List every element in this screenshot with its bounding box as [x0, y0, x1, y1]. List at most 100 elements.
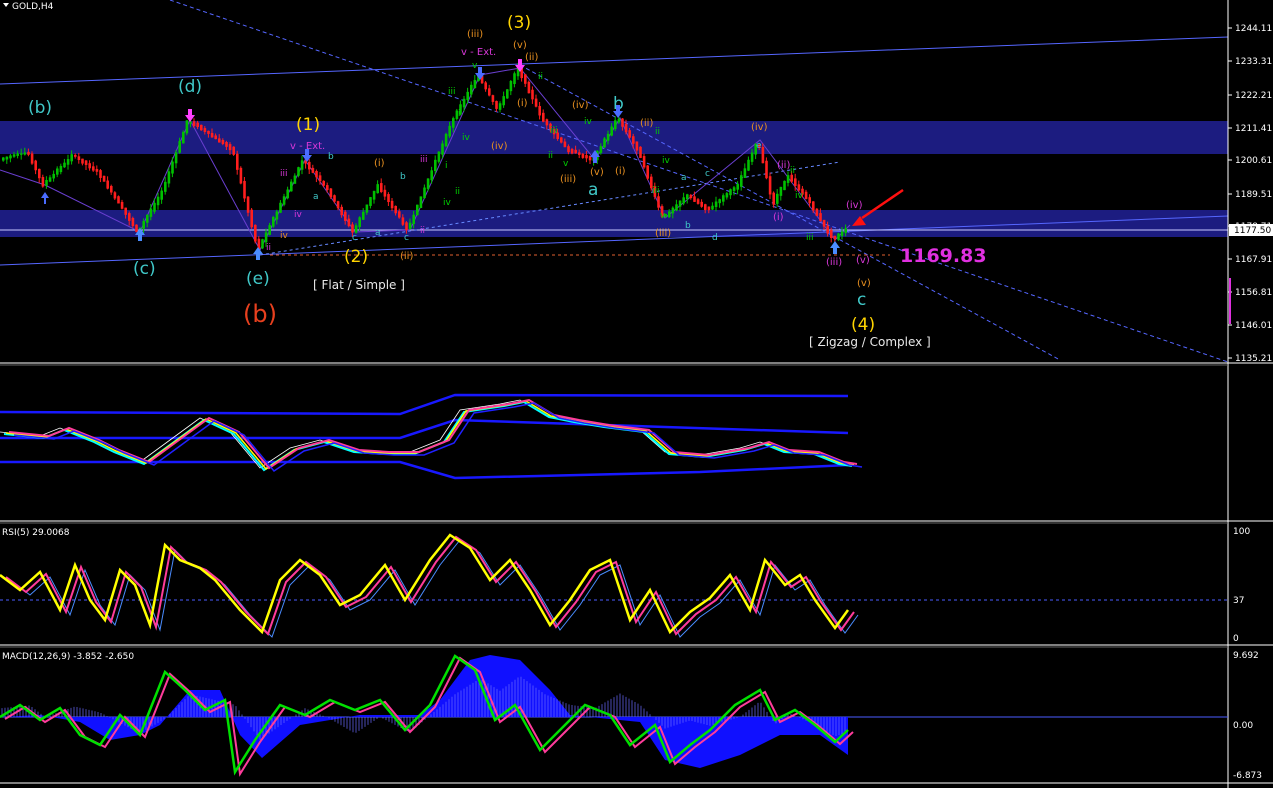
- candle-body[interactable]: [462, 98, 466, 108]
- candle-body[interactable]: [822, 219, 826, 227]
- candle-body[interactable]: [110, 186, 113, 193]
- candle-body[interactable]: [635, 141, 639, 151]
- candle-body[interactable]: [243, 180, 246, 199]
- candle-body[interactable]: [452, 118, 455, 128]
- candle-body[interactable]: [819, 213, 822, 221]
- candle-body[interactable]: [318, 175, 322, 182]
- candle-body[interactable]: [495, 100, 498, 109]
- candle-body[interactable]: [167, 171, 171, 184]
- candle-body[interactable]: [340, 206, 343, 216]
- candle-body[interactable]: [160, 190, 163, 200]
- candle-body[interactable]: [423, 187, 426, 199]
- candle-body[interactable]: [639, 146, 642, 158]
- candle-body[interactable]: [20, 153, 23, 155]
- candle-body[interactable]: [128, 213, 131, 221]
- candle-body[interactable]: [621, 118, 624, 127]
- candle-body[interactable]: [668, 211, 671, 218]
- candle-body[interactable]: [153, 202, 156, 212]
- candle-body[interactable]: [214, 135, 217, 140]
- candle-body[interactable]: [844, 228, 847, 233]
- candle-body[interactable]: [768, 176, 772, 195]
- candle-body[interactable]: [570, 149, 574, 154]
- candle-body[interactable]: [239, 167, 243, 184]
- candle-body[interactable]: [686, 194, 689, 200]
- candle-body[interactable]: [707, 206, 711, 211]
- candle-body[interactable]: [470, 84, 473, 95]
- candle-body[interactable]: [761, 146, 765, 164]
- candle-body[interactable]: [264, 232, 268, 243]
- candle-body[interactable]: [70, 154, 73, 162]
- candle-body[interactable]: [290, 181, 293, 192]
- candle-body[interactable]: [286, 189, 289, 199]
- candle-body[interactable]: [718, 199, 721, 204]
- candle-body[interactable]: [747, 159, 750, 171]
- candle-body[interactable]: [38, 168, 41, 179]
- candle-body[interactable]: [347, 218, 351, 227]
- candle-body[interactable]: [711, 205, 714, 210]
- candle-body[interactable]: [700, 201, 703, 207]
- candle-body[interactable]: [606, 133, 610, 141]
- candle-body[interactable]: [689, 194, 693, 199]
- candle-body[interactable]: [369, 197, 372, 206]
- candle-body[interactable]: [437, 151, 441, 162]
- candle-body[interactable]: [682, 197, 685, 204]
- candle-body[interactable]: [88, 163, 91, 169]
- trading-chart[interactable]: (b) (c) (d) (e) (b) (1) (2) (3) (4) a b …: [0, 0, 1273, 788]
- candle-body[interactable]: [506, 89, 509, 99]
- candle-body[interactable]: [156, 196, 160, 206]
- candle-body[interactable]: [185, 120, 189, 134]
- candle-body[interactable]: [95, 168, 99, 172]
- candle-body[interactable]: [261, 239, 264, 249]
- candle-body[interactable]: [563, 141, 567, 148]
- candle-body[interactable]: [430, 170, 433, 181]
- candle-body[interactable]: [174, 152, 178, 164]
- candle-body[interactable]: [786, 175, 790, 183]
- candle-body[interactable]: [279, 202, 282, 213]
- candle-body[interactable]: [236, 153, 239, 170]
- candle-body[interactable]: [27, 151, 30, 155]
- candle-body[interactable]: [5, 156, 9, 160]
- candle-body[interactable]: [491, 95, 495, 102]
- candle-body[interactable]: [765, 160, 768, 179]
- candle-body[interactable]: [729, 189, 732, 196]
- candle-body[interactable]: [815, 208, 819, 216]
- candle-body[interactable]: [250, 209, 253, 228]
- candle-body[interactable]: [426, 178, 430, 189]
- candle-body[interactable]: [617, 118, 621, 123]
- candle-body[interactable]: [84, 160, 88, 165]
- candle-body[interactable]: [282, 196, 286, 205]
- candle-body[interactable]: [131, 217, 135, 227]
- candle-body[interactable]: [164, 181, 167, 192]
- candle-body[interactable]: [228, 144, 232, 151]
- candle-body[interactable]: [207, 130, 210, 134]
- candle-body[interactable]: [812, 201, 815, 211]
- candle-body[interactable]: [311, 167, 315, 173]
- candle-body[interactable]: [124, 207, 127, 215]
- candle-body[interactable]: [498, 103, 502, 110]
- candle-body[interactable]: [336, 201, 340, 209]
- candle-body[interactable]: [362, 211, 365, 220]
- candle-body[interactable]: [398, 211, 401, 218]
- candle-body[interactable]: [81, 158, 84, 164]
- candle-body[interactable]: [102, 175, 106, 182]
- candle-body[interactable]: [2, 157, 5, 161]
- candle-body[interactable]: [354, 225, 358, 233]
- candle-body[interactable]: [696, 199, 700, 204]
- candle-body[interactable]: [9, 155, 12, 159]
- candle-body[interactable]: [704, 204, 707, 211]
- candle-body[interactable]: [657, 196, 660, 208]
- candle-body[interactable]: [210, 132, 214, 138]
- candle-body[interactable]: [297, 167, 300, 176]
- candle-body[interactable]: [351, 224, 354, 233]
- candle-body[interactable]: [300, 160, 304, 170]
- candle-body[interactable]: [34, 160, 37, 171]
- candle-body[interactable]: [624, 123, 628, 133]
- candle-body[interactable]: [837, 233, 840, 240]
- candle-body[interactable]: [779, 186, 783, 196]
- candle-body[interactable]: [603, 138, 606, 148]
- candle-body[interactable]: [120, 201, 124, 209]
- candle-body[interactable]: [646, 165, 649, 179]
- candle-body[interactable]: [117, 196, 120, 204]
- candle-body[interactable]: [675, 204, 678, 211]
- candle-body[interactable]: [484, 82, 487, 90]
